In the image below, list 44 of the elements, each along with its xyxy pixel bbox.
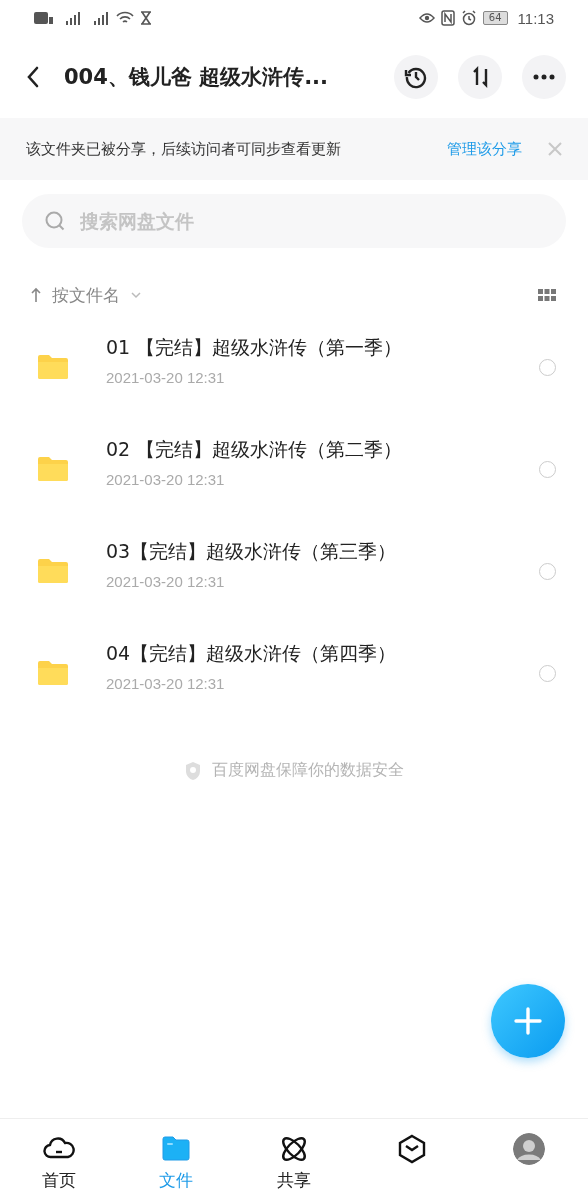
security-note: 百度网盘保障你的数据安全 bbox=[212, 760, 404, 781]
battery-indicator: 64 bbox=[482, 11, 508, 25]
nfc-icon bbox=[440, 10, 455, 26]
add-button[interactable] bbox=[491, 984, 565, 1058]
folder-item[interactable]: 03【完结】超级水浒传（第三季） 2021-03-20 12:31 bbox=[0, 520, 588, 622]
folder-item[interactable]: 01 【完结】超级水浒传（第一季） 2021-03-20 12:31 bbox=[0, 316, 588, 418]
shield-icon bbox=[184, 760, 202, 781]
folder-date: 2021-03-20 12:31 bbox=[106, 368, 226, 386]
folder-item[interactable]: 02 【完结】超级水浒传（第二季） 2021-03-20 12:31 bbox=[0, 418, 588, 520]
page-title: 004、钱儿爸 超级水浒传... bbox=[64, 64, 330, 91]
sort-button[interactable] bbox=[458, 55, 502, 99]
hd-icon bbox=[34, 11, 54, 25]
folder-date: 2021-03-20 12:31 bbox=[106, 572, 226, 590]
folder-name: 03【完结】超级水浒传（第三季） bbox=[106, 538, 398, 564]
folder-name: 02 【完结】超级水浒传（第二季） bbox=[106, 436, 404, 462]
alarm-icon bbox=[460, 10, 477, 26]
more-button[interactable] bbox=[522, 55, 566, 99]
search-icon bbox=[44, 210, 66, 232]
more-icon bbox=[533, 74, 555, 80]
folder-name: 01 【完结】超级水浒传（第一季） bbox=[106, 334, 404, 360]
nav-tab[interactable]: 共享 bbox=[235, 1119, 353, 1200]
chevron-down-icon bbox=[130, 291, 142, 299]
plus-icon bbox=[514, 1007, 542, 1035]
folder-icon bbox=[36, 557, 70, 585]
folder-icon bbox=[36, 659, 70, 687]
folder-date: 2021-03-20 12:31 bbox=[106, 674, 226, 692]
hourglass-icon bbox=[140, 11, 152, 25]
folder-name: 04【完结】超级水浒传（第四季） bbox=[106, 640, 398, 666]
folder-item[interactable]: 04【完结】超级水浒传（第四季） 2021-03-20 12:31 bbox=[0, 622, 588, 724]
folder-icon bbox=[36, 353, 70, 381]
folder-icon bbox=[36, 455, 70, 483]
folder-date: 2021-03-20 12:31 bbox=[106, 470, 226, 488]
avatar-icon bbox=[513, 1133, 546, 1165]
nav-tab[interactable]: 首页 bbox=[0, 1119, 118, 1200]
eye-icon bbox=[418, 12, 435, 24]
wifi-icon bbox=[116, 11, 134, 25]
notice-text: 该文件夹已被分享，后续访问者可同步查看更新 bbox=[26, 139, 342, 159]
history-icon bbox=[404, 65, 428, 89]
grid-view-icon[interactable] bbox=[538, 289, 556, 301]
arrow-up-icon bbox=[30, 287, 42, 303]
history-button[interactable] bbox=[394, 55, 438, 99]
back-icon bbox=[26, 66, 40, 88]
sort-option[interactable]: 按文件名 bbox=[52, 283, 120, 307]
status-time: 11:13 bbox=[517, 9, 554, 27]
